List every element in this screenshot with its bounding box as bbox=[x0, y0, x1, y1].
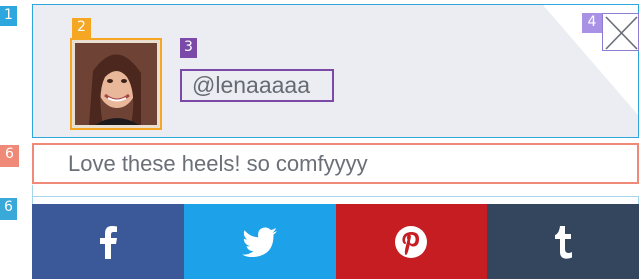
facebook-share-button[interactable] bbox=[32, 204, 184, 279]
twitter-share-button[interactable] bbox=[183, 204, 336, 279]
tumblr-icon bbox=[555, 225, 573, 259]
annotation-marker-6-share: 6 bbox=[0, 198, 17, 220]
pinterest-share-button[interactable] bbox=[335, 204, 488, 279]
avatar-frame[interactable] bbox=[70, 38, 162, 130]
close-button[interactable] bbox=[602, 13, 639, 51]
username-handle[interactable]: @lenaaaaa bbox=[180, 69, 334, 102]
annotation-marker-4: 4 bbox=[582, 13, 602, 33]
facebook-icon bbox=[99, 225, 117, 259]
annotation-marker-3-label: 3 bbox=[184, 39, 193, 55]
comment-text: Love these heels! so comfyyyy bbox=[68, 150, 368, 176]
annotation-marker-4-label: 4 bbox=[587, 14, 597, 30]
annotation-marker-6-comment-label: 6 bbox=[5, 146, 14, 162]
avatar[interactable] bbox=[75, 43, 157, 125]
annotation-marker-2-label: 2 bbox=[77, 19, 86, 35]
annotation-marker-2: 2 bbox=[72, 18, 91, 38]
share-bar bbox=[32, 204, 639, 279]
avatar-photo bbox=[75, 43, 157, 125]
tumblr-share-button[interactable] bbox=[487, 204, 639, 279]
annotation-marker-6-share-label: 6 bbox=[4, 199, 13, 215]
twitter-icon bbox=[241, 227, 277, 257]
pinterest-icon bbox=[395, 225, 428, 258]
comment-text-row: Love these heels! so comfyyyy bbox=[32, 143, 639, 184]
annotation-marker-3: 3 bbox=[180, 38, 197, 58]
annotation-marker-6-comment: 6 bbox=[0, 145, 19, 167]
username-text: @lenaaaaa bbox=[192, 72, 310, 98]
annotation-marker-1: 1 bbox=[0, 6, 17, 26]
close-icon[interactable] bbox=[603, 14, 639, 52]
annotation-marker-1-label: 1 bbox=[4, 7, 13, 23]
